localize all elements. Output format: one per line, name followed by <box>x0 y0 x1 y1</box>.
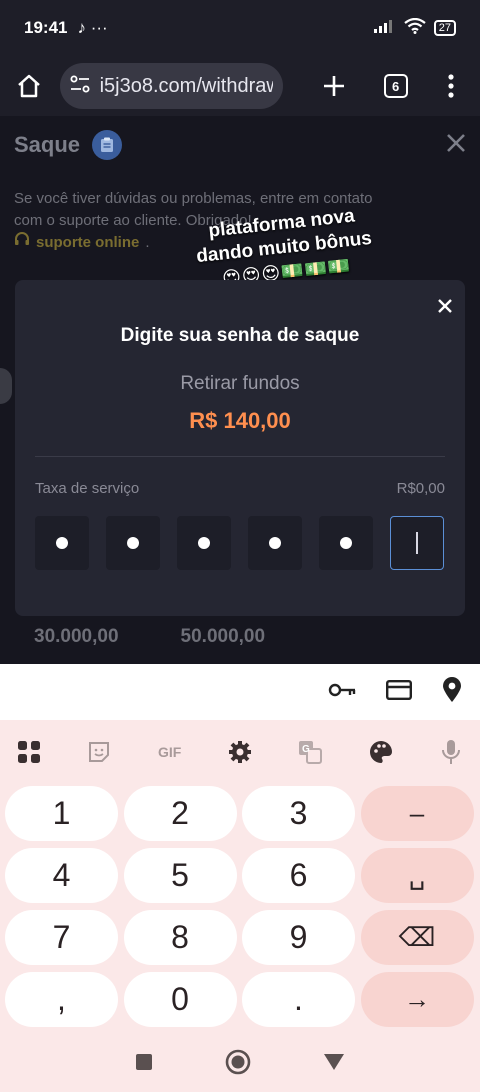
amount-options: 30.000,00 50.000,00 <box>34 626 265 648</box>
key-6[interactable]: 6 <box>242 848 355 903</box>
home-nav-icon[interactable] <box>225 1049 251 1080</box>
divider <box>35 456 445 457</box>
tab-count: 6 <box>383 74 408 98</box>
settings-icon[interactable] <box>225 737 255 767</box>
key-7[interactable]: 7 <box>5 910 118 965</box>
side-handle <box>0 368 12 404</box>
battery-indicator: 27 <box>433 20 456 36</box>
modal-title: Digite sua senha de saque <box>120 325 360 346</box>
close-modal-icon[interactable] <box>437 298 453 319</box>
amount-option-right[interactable]: 50.000,00 <box>181 626 266 648</box>
pin-digit-box[interactable] <box>319 516 373 570</box>
comma-key[interactable]: , <box>5 972 118 1027</box>
autofill-bar <box>0 664 480 720</box>
withdraw-amount: R$ 140,00 <box>189 408 291 433</box>
key-1[interactable]: 1 <box>5 786 118 841</box>
url-text: i5j3o8.com/withdraw/a <box>99 74 274 97</box>
wifi-icon <box>404 17 426 39</box>
page-title: Saque <box>14 132 81 157</box>
support-label: suporte online <box>36 233 140 251</box>
home-icon[interactable] <box>12 68 46 104</box>
site-settings-icon[interactable] <box>70 75 90 98</box>
back-icon[interactable] <box>323 1053 345 1076</box>
palette-icon[interactable] <box>366 737 396 767</box>
key-2[interactable]: 2 <box>123 786 237 841</box>
browser-toolbar: i5j3o8.com/withdraw/a 6 <box>0 56 480 116</box>
recents-icon[interactable] <box>135 1053 153 1076</box>
numeric-keypad: 1 2 3– 4 5 6 ␣ 7 8 9 ⌫, 0. → <box>5 786 475 1027</box>
status-time: 19:41 <box>24 18 68 37</box>
next-key[interactable]: → <box>360 972 474 1027</box>
sticker-icon[interactable] <box>84 737 114 767</box>
modal-subtitle: Retirar fundos <box>180 373 300 394</box>
tab-switcher-button[interactable]: 6 <box>379 68 413 104</box>
pin-dot <box>198 537 210 549</box>
pin-dot <box>127 537 139 549</box>
pin-digit-box[interactable] <box>177 516 231 570</box>
key-4[interactable]: 4 <box>5 848 118 903</box>
key-8[interactable]: 8 <box>123 910 237 965</box>
gif-button[interactable]: GIF <box>155 737 185 767</box>
key-icon[interactable] <box>328 681 356 704</box>
amount-option-left[interactable]: 30.000,00 <box>34 626 119 648</box>
withdraw-password-modal: Digite sua senha de saque Retirar fundos… <box>15 280 465 616</box>
support-suffix: . <box>145 233 150 251</box>
menu-icon[interactable] <box>434 68 468 104</box>
key-0[interactable]: 0 <box>123 972 237 1027</box>
headset-icon <box>14 232 30 252</box>
new-tab-icon[interactable] <box>317 68 351 104</box>
pin-dot <box>340 537 352 549</box>
address-bar[interactable]: i5j3o8.com/withdraw/a <box>59 63 284 109</box>
pin-input[interactable] <box>35 516 444 570</box>
pin-dot <box>269 537 281 549</box>
key-3[interactable]: 3 <box>242 786 355 841</box>
pin-digit-box[interactable] <box>248 516 302 570</box>
support-link[interactable]: suporte online. <box>14 232 150 252</box>
period-key[interactable]: . <box>242 972 355 1027</box>
location-pin-icon[interactable] <box>442 676 462 708</box>
key-9[interactable]: 9 <box>242 910 355 965</box>
backspace-key[interactable]: ⌫ <box>360 910 474 965</box>
fee-label: Taxa de serviço <box>35 480 140 497</box>
svg-text:G: G <box>302 744 310 755</box>
soft-keyboard: GIF G 1 2 3– 4 5 6 ␣ 7 8 9 ⌫, 0. → <box>0 664 480 1092</box>
mic-icon[interactable] <box>436 737 466 767</box>
pin-digit-box[interactable] <box>106 516 160 570</box>
status-bar: 19:41 ♪ ··· 27 <box>0 0 480 56</box>
key-5[interactable]: 5 <box>123 848 237 903</box>
space-key[interactable]: ␣ <box>360 848 474 903</box>
pin-dot <box>56 537 68 549</box>
credit-card-icon[interactable] <box>386 679 413 705</box>
status-extra: ♪ ··· <box>77 18 108 37</box>
translate-icon[interactable]: G <box>295 737 325 767</box>
text-caret <box>416 532 418 554</box>
system-nav-bar <box>0 1036 480 1092</box>
signal-icon <box>373 18 396 38</box>
close-page-icon[interactable] <box>446 133 466 158</box>
pin-digit-box[interactable] <box>35 516 89 570</box>
minus-key[interactable]: – <box>360 786 474 841</box>
clipboard-icon <box>92 130 123 160</box>
pin-digit-box[interactable] <box>390 516 444 570</box>
keyboard-toolbar: GIF G <box>0 726 480 778</box>
fee-value: R$0,00 <box>396 480 445 497</box>
apps-icon[interactable] <box>14 737 44 767</box>
